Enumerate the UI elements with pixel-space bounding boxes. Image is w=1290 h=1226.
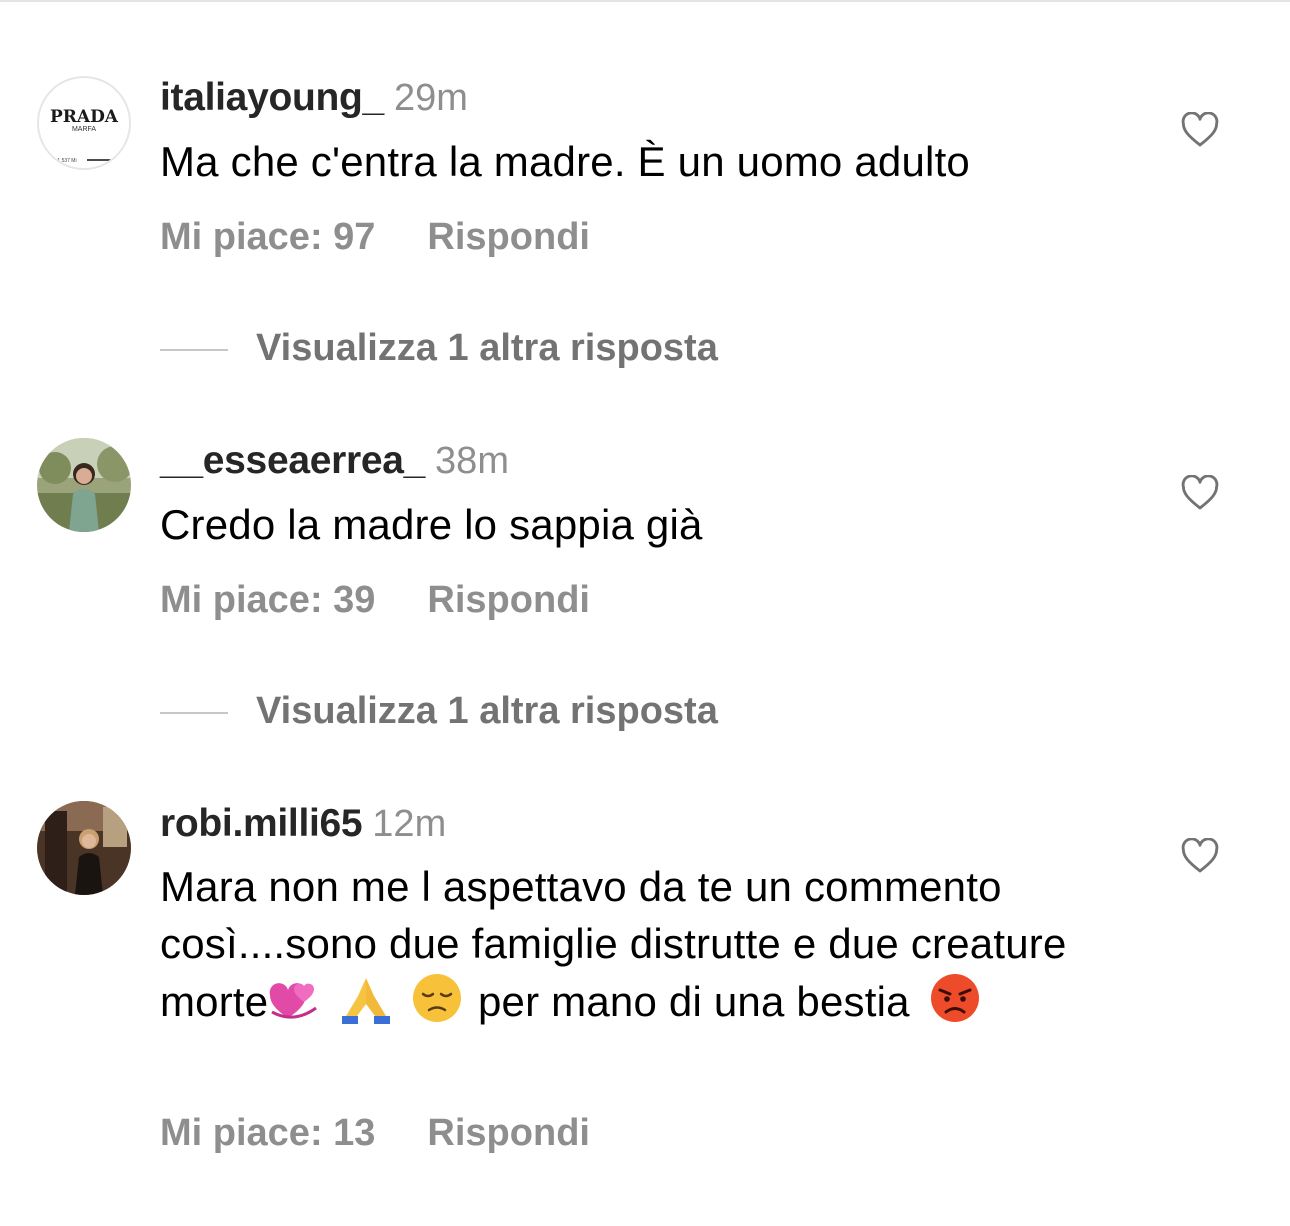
timestamp: 29m (393, 77, 468, 119)
comment-meta: Mi piace: 97 Rispondi (160, 218, 590, 256)
view-replies-label: Visualizza 1 altra risposta (256, 327, 718, 369)
heart-icon[interactable] (1181, 838, 1219, 874)
pouting-face-emoji (926, 972, 984, 1024)
comment-header: robi.milli65 12m (160, 804, 446, 843)
username[interactable]: __esseaerrea_ (160, 439, 425, 482)
view-replies-button[interactable]: Visualizza 1 altra risposta (160, 692, 860, 732)
username[interactable]: italiayoung_ (160, 76, 384, 119)
avatar-brand: PRADA (50, 107, 119, 127)
like-count[interactable]: Mi piace: 39 (160, 579, 375, 621)
avatar[interactable]: PRADA MARFA 1,537 Mi (37, 76, 131, 170)
timestamp: 38m (435, 440, 509, 482)
avatar-sub: MARFA (72, 126, 96, 133)
reply-button[interactable]: Rispondi (427, 216, 590, 258)
like-count[interactable]: Mi piace: 13 (160, 1112, 375, 1154)
reply-button[interactable]: Rispondi (427, 579, 590, 621)
heart-icon[interactable] (1181, 112, 1219, 148)
timestamp: 12m (372, 803, 447, 845)
comment-header: __esseaerrea_ 38m (160, 441, 509, 480)
avatar[interactable] (37, 438, 131, 532)
prada-logo-avatar: PRADA MARFA 1,537 Mi (50, 107, 125, 164)
comment-text: Ma che c'entra la madre. È un uomo adult… (160, 138, 970, 185)
comment-meta: Mi piace: 39 Rispondi (160, 581, 590, 619)
comment-text: Credo la madre lo sappia già (160, 501, 703, 548)
like-count[interactable]: Mi piace: 97 (160, 216, 375, 258)
avatar-small: 1,537 Mi (57, 158, 76, 164)
comment-header: italiayoung_ 29m (160, 78, 468, 117)
view-replies-button[interactable]: Visualizza 1 altra risposta (160, 329, 860, 369)
comment-text: Mara non me l aspettavo da te un comment… (160, 858, 1120, 1030)
view-replies-line (160, 712, 228, 714)
comment-text-end: per mano di una bestia (477, 978, 910, 1025)
comment-meta: Mi piace: 13 Rispondi (160, 1114, 590, 1152)
reply-button[interactable]: Rispondi (427, 1112, 590, 1154)
view-replies-label: Visualizza 1 altra risposta (256, 690, 718, 732)
folded-hands-emoji (336, 974, 396, 1024)
profile-photo (37, 801, 131, 895)
heart-icon[interactable] (1181, 475, 1219, 511)
username[interactable]: robi.milli65 (160, 802, 363, 845)
arrow-head (121, 158, 125, 162)
profile-photo (37, 438, 131, 532)
revolving-hearts-emoji (268, 978, 320, 1024)
top-divider (0, 0, 1290, 2)
disappointed-face-emoji (408, 972, 466, 1024)
avatar[interactable] (37, 801, 131, 895)
view-replies-line (160, 349, 228, 351)
